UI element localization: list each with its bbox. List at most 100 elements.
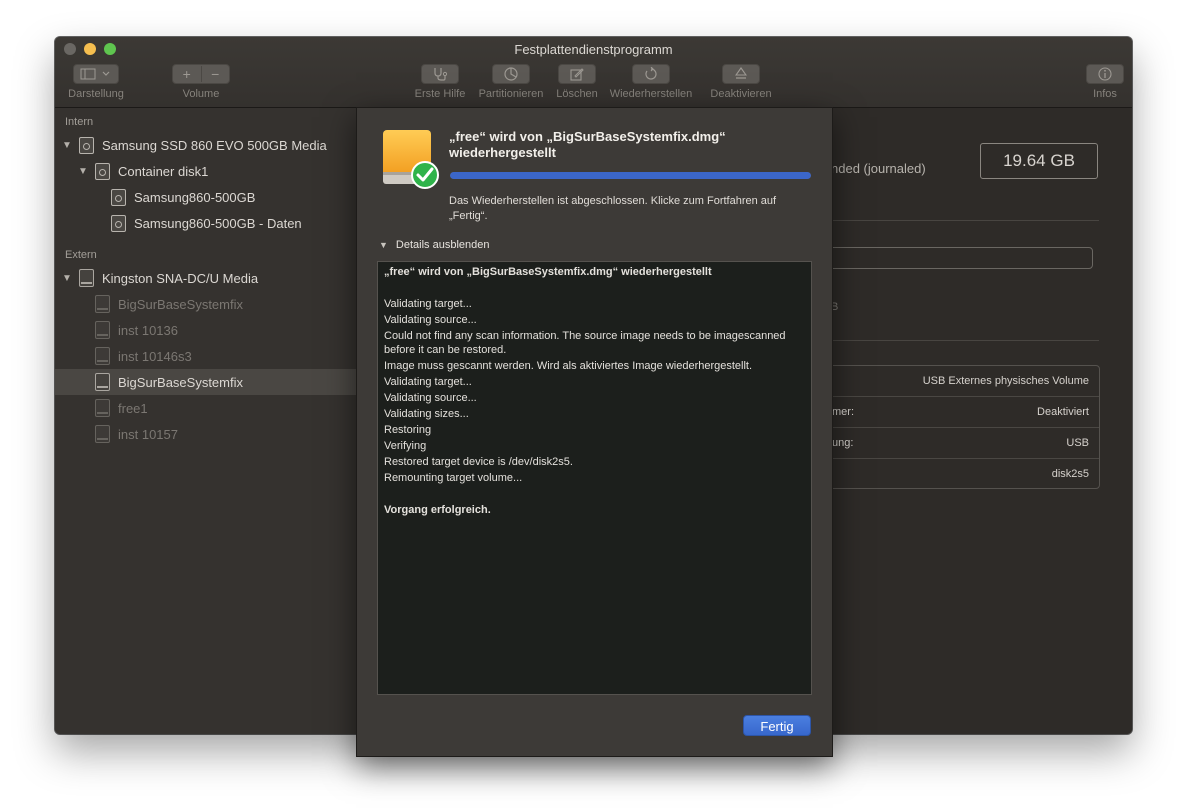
external-volume-icon (95, 399, 110, 417)
stethoscope-icon (434, 68, 448, 81)
toolbar-first-aid[interactable]: Erste Hilfe (411, 64, 469, 100)
minus-icon[interactable]: − (202, 66, 230, 82)
titlebar: Festplattendienstprogramm Darstellung + … (55, 37, 1132, 108)
volume-add-remove-button[interactable]: + − (172, 64, 230, 84)
toolbar-restore[interactable]: Wiederherstellen (607, 64, 695, 100)
toolbar-erase[interactable]: Löschen (553, 64, 601, 100)
sidebar-item-label: BigSurBaseSystemfix (118, 296, 243, 312)
sidebar-item-samsung-ssd[interactable]: ▼ Samsung SSD 860 EVO 500GB Media (55, 132, 356, 158)
sheet-title: „free“ wird von „BigSurBaseSystemfix.dmg… (449, 129, 726, 160)
view-button[interactable] (73, 64, 119, 84)
volume-icon (111, 214, 126, 232)
toolbar-volume[interactable]: + − Volume (172, 64, 230, 100)
toolbar-info-label: Infos (1093, 88, 1117, 100)
erase-button[interactable] (558, 64, 596, 84)
info-value: USB (1066, 437, 1089, 449)
sidebar-item-kingston[interactable]: ▼ Kingston SNA-DC/U Media (55, 265, 356, 291)
sidebar-item-label: Samsung SSD 860 EVO 500GB Media (102, 137, 327, 153)
toolbar-info[interactable]: Infos (1085, 64, 1125, 100)
volume-icon (111, 188, 126, 206)
sidebar-item-volume[interactable]: BigSurBaseSystemfix (55, 291, 356, 317)
log-spacer (384, 280, 805, 296)
toolbar-unmount-label: Deaktivieren (710, 88, 772, 100)
info-value: disk2s5 (1051, 468, 1089, 480)
toolbar-volume-label: Volume (182, 88, 220, 100)
sidebar-item-label: BigSurBaseSystemfix (118, 374, 243, 390)
external-volume-icon (95, 295, 110, 313)
info-value: Deaktiviert (1037, 406, 1089, 418)
info-table: USB Externes physisches Volume mer: Deak… (817, 365, 1100, 489)
partition-button[interactable] (492, 64, 530, 84)
log-line: Validating target... (384, 298, 472, 310)
sidebar-item-label: Samsung860-500GB - Daten (134, 215, 302, 231)
plus-icon[interactable]: + (173, 66, 202, 82)
details-toggle-label: Details ausblenden (395, 239, 490, 251)
info-row: ung: USB (818, 428, 1099, 459)
log-line: Verifying (384, 440, 427, 452)
log-spacer (384, 486, 805, 502)
sidebar-item-samsung-data[interactable]: Samsung860-500GB - Daten (55, 210, 356, 236)
log-view[interactable]: „free“ wird von „BigSurBaseSystemfix.dmg… (377, 261, 812, 695)
divider (831, 220, 1099, 221)
sidebar-section-internal: Intern (65, 116, 94, 128)
toolbar-partition-label: Partitionieren (478, 88, 544, 100)
sidebar-item-label: inst 10146s3 (118, 348, 192, 364)
details-toggle[interactable]: ▼ Details ausblenden (379, 239, 490, 251)
info-button[interactable] (1086, 64, 1124, 84)
toolbar-view[interactable]: Darstellung (64, 64, 128, 100)
usage-bar (817, 247, 1093, 269)
log-line: Restoring (384, 424, 432, 436)
toolbar-erase-label: Löschen (556, 88, 598, 100)
log-line: Remounting target volume... (384, 472, 523, 484)
log-line: Validating sizes... (384, 408, 469, 420)
toolbar-partition[interactable]: Partitionieren (476, 64, 546, 100)
sidebar-item-container[interactable]: ▼ Container disk1 (55, 158, 356, 184)
info-key: ung: (832, 437, 854, 449)
disclosure-triangle-icon[interactable]: ▼ (61, 140, 73, 151)
first-aid-button[interactable] (421, 64, 459, 84)
log-header: „free“ wird von „BigSurBaseSystemfix.dmg… (384, 266, 712, 278)
window-title: Festplattendienstprogramm (514, 42, 673, 57)
disclosure-triangle-icon[interactable]: ▼ (61, 273, 73, 284)
info-row: disk2s5 (818, 459, 1099, 490)
done-button[interactable]: Fertig (743, 715, 811, 736)
sidebar-item-volume[interactable]: free1 (55, 395, 356, 421)
capacity-box: 19.64 GB (980, 143, 1098, 179)
internal-drive-icon (79, 136, 94, 154)
toolbar-restore-label: Wiederherstellen (609, 88, 693, 100)
restore-icon (645, 67, 657, 80)
sidebar-item-label: Container disk1 (118, 163, 209, 179)
info-icon (1098, 67, 1112, 81)
log-result: Vorgang erfolgreich. (384, 504, 491, 516)
restore-button[interactable] (632, 64, 670, 84)
status-message: Das Wiederherstellen ist abgeschlossen. … (449, 195, 777, 222)
external-volume-icon (95, 425, 110, 443)
sidebar-item-label: free1 (118, 400, 148, 416)
sidebar-item-volume[interactable]: inst 10136 (55, 317, 356, 343)
progress-fill (450, 172, 811, 179)
eject-icon (735, 67, 747, 79)
disclosure-triangle-icon[interactable]: ▼ (77, 166, 89, 177)
toolbar-view-label: Darstellung (68, 88, 124, 100)
external-disk-check-icon (383, 130, 439, 189)
sidebar-toggle-icon (80, 68, 110, 80)
sidebar-item-samsung-volume[interactable]: Samsung860-500GB (55, 184, 356, 210)
external-volume-icon (95, 347, 110, 365)
toolbar-unmount[interactable]: Deaktivieren (707, 64, 775, 100)
info-row: USB Externes physisches Volume (818, 366, 1099, 397)
divider (831, 340, 1099, 341)
sidebar-item-volume[interactable]: inst 10146s3 (55, 343, 356, 369)
unmount-button[interactable] (722, 64, 760, 84)
sidebar-item-label: inst 10157 (118, 426, 178, 442)
sidebar-item-label: Kingston SNA-DC/U Media (102, 270, 259, 286)
restore-progress-bar (450, 172, 811, 179)
sidebar-item-volume[interactable]: inst 10157 (55, 421, 356, 447)
log-line: Image muss gescannt werden. Wird als akt… (384, 360, 753, 372)
external-volume-icon (95, 373, 110, 391)
sidebar-item-volume-selected[interactable]: BigSurBaseSystemfix (55, 369, 356, 395)
toolbar-first-aid-label: Erste Hilfe (414, 88, 466, 100)
log-line: Validating source... (384, 314, 477, 326)
erase-icon (570, 68, 584, 81)
disclosure-triangle-icon[interactable]: ▼ (379, 240, 388, 250)
container-icon (95, 162, 110, 180)
